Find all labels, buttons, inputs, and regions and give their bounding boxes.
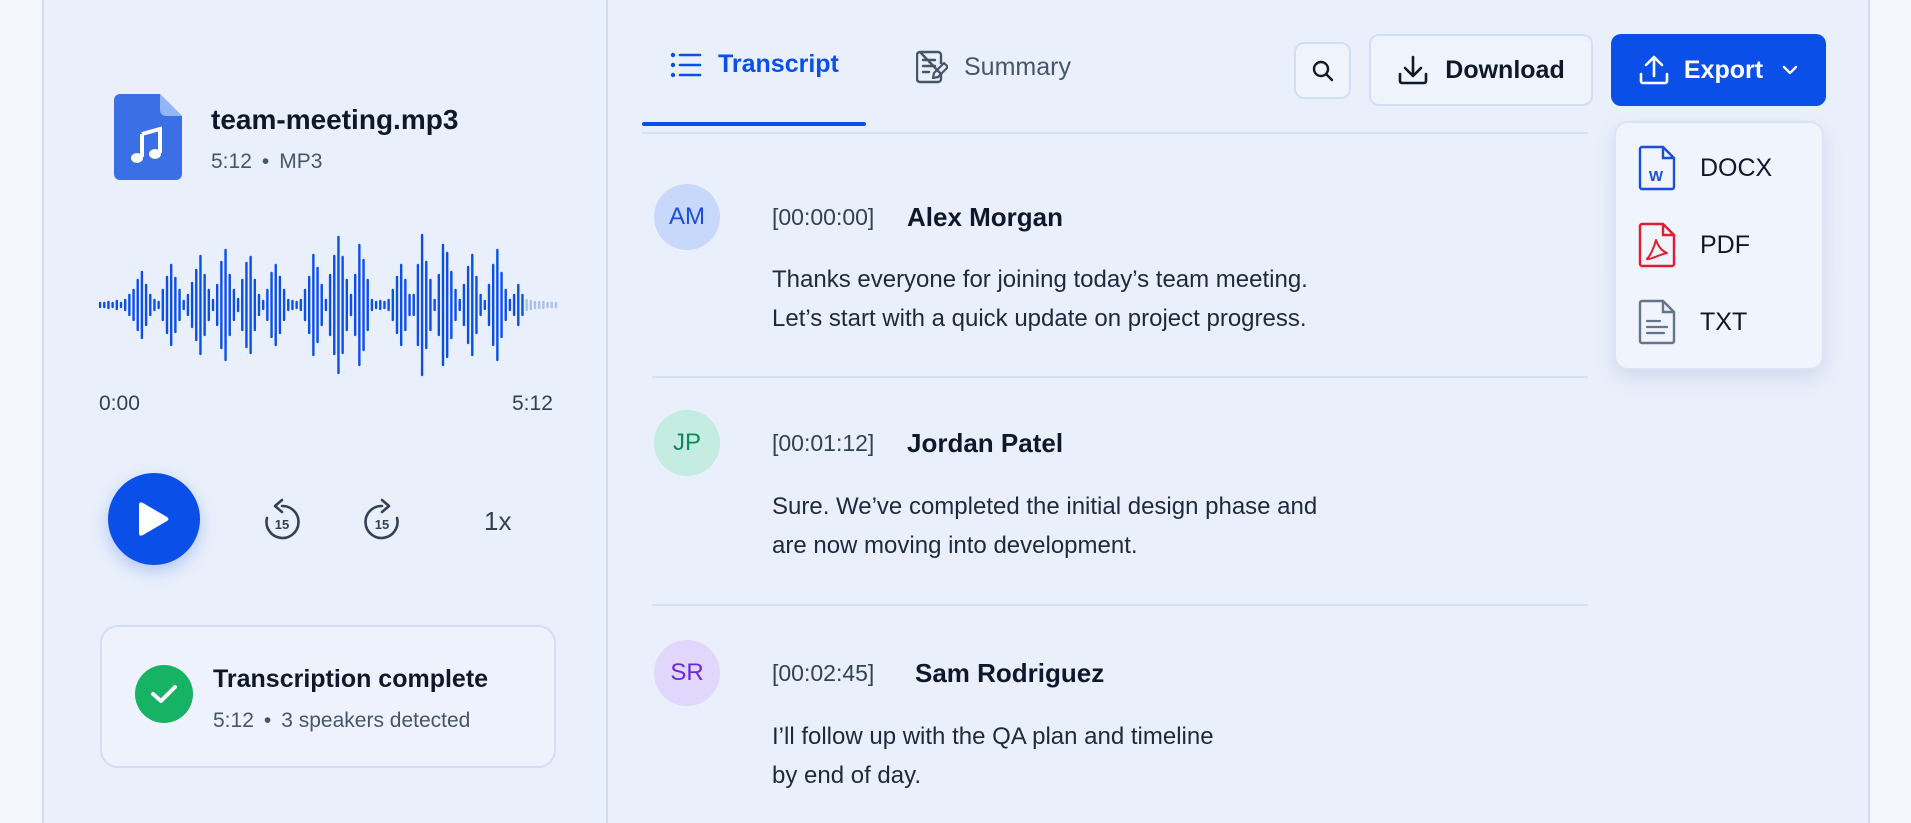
export-pdf-option[interactable]: PDF (1638, 222, 1750, 268)
file-meta: 5:12 • MP3 (211, 150, 322, 174)
export-txt-option[interactable]: TXT (1638, 299, 1747, 345)
entry-divider (652, 376, 1588, 378)
export-label: Export (1683, 55, 1764, 84)
menu-item-label: PDF (1700, 230, 1750, 259)
transcript-text: Sure. We’ve completed the initial design… (772, 487, 1412, 565)
search-button[interactable] (1294, 42, 1351, 99)
status-details: 5:12 • 3 speakers detected (213, 709, 470, 733)
entry-timestamp[interactable]: [00:00:00] (772, 204, 874, 231)
tab-summary[interactable]: Summary (916, 50, 1071, 84)
playback-speed[interactable]: 1x (484, 506, 511, 537)
docx-file-icon: W (1638, 145, 1676, 191)
separator-dot: • (263, 709, 272, 732)
entry-timestamp[interactable]: [00:02:45] (772, 660, 874, 687)
current-time: 0:00 (99, 392, 140, 415)
file-duration: 5:12 (211, 150, 252, 173)
speaker-name: Sam Rodriguez (915, 658, 1105, 688)
avatar: SR (654, 640, 720, 706)
svg-text:15: 15 (275, 517, 289, 532)
menu-item-label: TXT (1700, 307, 1748, 336)
speaker-name: Alex Morgan (907, 202, 1064, 232)
file-format: MP3 (279, 150, 323, 173)
audio-file-icon (114, 94, 182, 180)
transcript-text: I’ll follow up with the QA plan and time… (772, 717, 1412, 795)
transcript-text: Thanks everyone for joining today’s team… (772, 260, 1412, 338)
play-icon (139, 502, 169, 536)
speaker-name: Jordan Patel (907, 428, 1064, 458)
skip-back-button[interactable]: 15 (262, 498, 302, 542)
separator-dot: • (261, 150, 270, 173)
transcript-line: are now moving into development. (772, 532, 1138, 559)
tab-label: Summary (964, 52, 1071, 81)
transcript-line: Sure. We’ve completed the initial design… (772, 493, 1318, 520)
forward-15-icon: 15 (364, 498, 399, 540)
transcription-status-card: Transcription complete 5:12 • 3 speakers d… (100, 625, 556, 768)
entry-timestamp[interactable]: [00:01:12] (772, 430, 874, 457)
skip-forward-button[interactable]: 15 (362, 498, 402, 542)
transcript-line: Thanks everyone for joining today’s team… (772, 266, 1308, 293)
export-menu: W DOCX PDF TXT (1614, 121, 1824, 370)
play-button[interactable] (108, 473, 200, 565)
tabs-divider (642, 132, 1588, 134)
player-panel: team-meeting.mp3 5:12 • MP3 0:00 5:12 15 1… (42, 0, 608, 823)
check-icon (135, 665, 193, 723)
tab-transcript[interactable]: Transcript (670, 50, 839, 79)
document-edit-icon (916, 50, 948, 84)
transcript-line: Let’s start with a quick update on proje… (772, 305, 1307, 332)
download-button[interactable]: Download (1369, 34, 1593, 106)
speaker-count: 3 speakers detected (281, 709, 471, 732)
rewind-15-icon: 15 (265, 498, 300, 540)
download-icon (1398, 55, 1428, 85)
list-icon (670, 52, 702, 77)
avatar: AM (654, 184, 720, 250)
upload-icon (1639, 55, 1669, 85)
chevron-down-icon (1782, 65, 1798, 75)
export-docx-option[interactable]: W DOCX (1638, 145, 1772, 191)
svg-text:15: 15 (375, 517, 389, 532)
entry-divider (652, 604, 1588, 606)
avatar: JP (654, 410, 720, 476)
export-button[interactable]: Export (1611, 34, 1826, 106)
download-label: Download (1445, 55, 1565, 84)
status-duration: 5:12 (213, 709, 254, 732)
menu-item-label: DOCX (1700, 153, 1773, 182)
search-icon (1312, 60, 1333, 81)
txt-file-icon (1638, 299, 1676, 345)
tab-label: Transcript (718, 50, 839, 78)
waveform[interactable] (98, 230, 558, 380)
total-time: 5:12 (512, 392, 553, 415)
status-title: Transcription complete (213, 665, 489, 693)
svg-text:W: W (1649, 168, 1664, 185)
pdf-file-icon (1638, 222, 1676, 268)
transcript-line: I’ll follow up with the QA plan and time… (772, 723, 1214, 750)
active-tab-indicator (642, 122, 866, 126)
file-name: team-meeting.mp3 (211, 104, 459, 135)
transcript-line: by end of day. (772, 762, 921, 789)
